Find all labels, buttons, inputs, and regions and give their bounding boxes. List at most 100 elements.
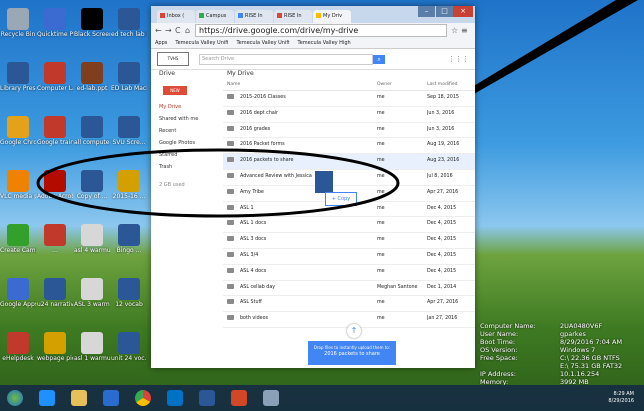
desktop-icon[interactable]: SVU Scre...	[111, 116, 147, 146]
desktop-icon[interactable]: ed tech lab info.doc	[111, 8, 147, 38]
ie-icon[interactable]	[32, 387, 62, 409]
explorer-icon[interactable]	[64, 387, 94, 409]
file-row[interactable]: ASL 1 docs me Dec 4, 2015	[223, 217, 475, 234]
file-row[interactable]: ASL 3 docs me Dec 4, 2015	[223, 233, 475, 249]
file-name: ASL 4 docs	[240, 268, 267, 274]
file-row[interactable]: ASL 4 docs me Dec 4, 2015	[223, 265, 475, 281]
desktop-icon[interactable]: Black Screen	[74, 8, 110, 38]
desktop-icon-glyph	[81, 332, 103, 354]
desktop-icon[interactable]: ed-lab.ppt	[74, 62, 110, 92]
desktop-icon[interactable]: Adobe Acrobat DC	[37, 170, 73, 200]
new-button[interactable]: NEW	[163, 86, 187, 95]
bookmark-item[interactable]: Temecula Valley High	[298, 38, 351, 48]
desktop-icon[interactable]: Quicktime Player	[37, 8, 73, 38]
powerpoint-icon[interactable]	[224, 387, 254, 409]
desktop-icon[interactable]: Google Apps	[0, 278, 36, 308]
desktop-icon[interactable]: Bingo ...	[111, 224, 147, 254]
file-modified: Dec 1, 2014	[427, 284, 457, 290]
desktop-icon[interactable]: Google Chrome	[0, 116, 36, 146]
sidebar-item-my-drive[interactable]: My Drive	[151, 101, 217, 113]
menu-icon[interactable]: ≡	[461, 26, 471, 35]
chrome-icon[interactable]	[128, 387, 158, 409]
desktop-icon[interactable]: Create Campus	[0, 224, 36, 254]
tab-3[interactable]: RISE In	[274, 10, 312, 23]
bookmark-apps[interactable]: Apps	[155, 38, 167, 48]
tool-icon[interactable]	[256, 387, 286, 409]
sidebar-item-photos[interactable]: Google Photos	[151, 137, 217, 149]
reload-icon[interactable]: C	[175, 26, 185, 35]
close-button[interactable]: ×	[453, 6, 473, 17]
start-button[interactable]	[0, 387, 30, 409]
minimize-button[interactable]: –	[418, 6, 435, 17]
desktop-icon[interactable]: 2015-16 ...	[111, 170, 147, 200]
desktop-icon[interactable]: Google training	[37, 116, 73, 146]
desktop-icon[interactable]: asl 1 warmups	[74, 332, 110, 362]
search-icon[interactable]: ⌕	[373, 54, 385, 64]
sidebar-item-shared[interactable]: Shared with me	[151, 113, 217, 125]
desktop-icon[interactable]: Library Presentations	[0, 62, 36, 92]
col-name[interactable]: Name	[223, 80, 377, 90]
desktop-icon-glyph	[7, 170, 29, 192]
star-icon[interactable]: ☆	[451, 26, 461, 35]
desktop-icon[interactable]: unit 24 voc...	[111, 332, 147, 362]
desktop-icon[interactable]: all computers	[74, 116, 110, 146]
bookmark-item[interactable]: Temecula Valley Unifi	[236, 38, 289, 48]
desktop-icon[interactable]: webpage pics	[37, 332, 73, 362]
file-row[interactable]: ASL cellab day Meghan Santone Dec 1, 2014	[223, 281, 475, 297]
sidebar-item-trash[interactable]: Trash	[151, 161, 217, 173]
desktop-icon[interactable]: Computer Lab	[37, 62, 73, 92]
desktop-icon-glyph	[118, 332, 140, 354]
file-row[interactable]: ASL 3/4 me Dec 4, 2015	[223, 249, 475, 265]
dragged-document-icon[interactable]	[314, 170, 334, 194]
bookmark-item[interactable]: Temecula Valley Unifi	[175, 38, 228, 48]
tab-2[interactable]: RISE In	[235, 10, 273, 23]
sidebar-item-recent[interactable]: Recent	[151, 125, 217, 137]
desktop-icon-glyph	[44, 332, 66, 354]
url-field[interactable]: https://drive.google.com/drive/my-drive	[195, 24, 447, 37]
upload-target: 2016 packets to share	[324, 351, 380, 357]
file-row[interactable]: 2016 Packet forms me Aug 19, 2016	[223, 138, 475, 155]
desktop-icon[interactable]: Recycle Bin	[0, 8, 36, 38]
desktop-icon-glyph	[44, 170, 66, 192]
folder-icon	[227, 157, 234, 163]
desktop-icon[interactable]: ASL 3 warmups	[74, 278, 110, 308]
file-row[interactable]: Advanced Review with Jessica me Jul 8, 201…	[223, 170, 475, 186]
apps-grid-icon[interactable]: ⋮⋮⋮	[448, 55, 469, 63]
drive-sidebar: Drive NEW My Drive Shared with me Recent…	[151, 68, 217, 191]
tab-bar: Inbox ( Campus RISE In RISE In My Driv –…	[151, 6, 475, 23]
desktop-icon[interactable]: 12 vocab	[111, 278, 147, 308]
media-player-icon[interactable]	[96, 387, 126, 409]
search-input[interactable]: Search Drive	[199, 53, 373, 65]
file-row[interactable]: 2016 packets to share me Aug 23, 2016	[223, 154, 475, 170]
desktop-icon[interactable]: u24 narrative	[37, 278, 73, 308]
forward-icon[interactable]: →	[165, 26, 175, 35]
col-modified[interactable]: Last modified	[427, 80, 475, 90]
word-icon[interactable]	[192, 387, 222, 409]
desktop-icon[interactable]: asl 4 warmups	[74, 224, 110, 254]
desktop-icon[interactable]: eHelpdesk	[0, 332, 36, 362]
clock[interactable]: 8:29 AM 8/29/2016	[608, 391, 644, 405]
desktop-icon[interactable]: ED Lab Mach Videos	[111, 62, 147, 92]
file-name: Advanced Review with Jessica	[240, 173, 312, 179]
sidebar-item-starred[interactable]: Starred	[151, 149, 217, 161]
file-owner: me	[377, 221, 385, 227]
desktop-icon[interactable]: Copy of ...	[74, 170, 110, 200]
desktop-icon-glyph	[118, 62, 140, 84]
maximize-button[interactable]: □	[436, 6, 453, 17]
back-icon[interactable]: ←	[155, 26, 165, 35]
file-row[interactable]: 2016 dept chair me Jun 3, 2016	[223, 107, 475, 123]
tab-0[interactable]: Inbox (	[157, 10, 195, 23]
file-row[interactable]: 2016 grades me Jun 3, 2016	[223, 123, 475, 139]
page-title[interactable]: My Drive	[223, 68, 475, 80]
home-icon[interactable]: ⌂	[185, 26, 195, 35]
tab-my-drive[interactable]: My Driv	[313, 10, 351, 23]
outlook-icon[interactable]	[160, 387, 190, 409]
folder-icon	[227, 299, 234, 305]
file-row[interactable]: ASL Stuff me Apr 27, 2016	[223, 296, 475, 313]
tab-1[interactable]: Campus	[196, 10, 234, 23]
file-row[interactable]: 2015-2016 Classes me Sep 18, 2015	[223, 91, 475, 107]
desktop-icon[interactable]: VLC media player	[0, 170, 36, 200]
desktop-icon-glyph	[81, 278, 103, 300]
col-owner[interactable]: Owner	[377, 80, 427, 90]
desktop-icon[interactable]: ...	[37, 224, 73, 254]
